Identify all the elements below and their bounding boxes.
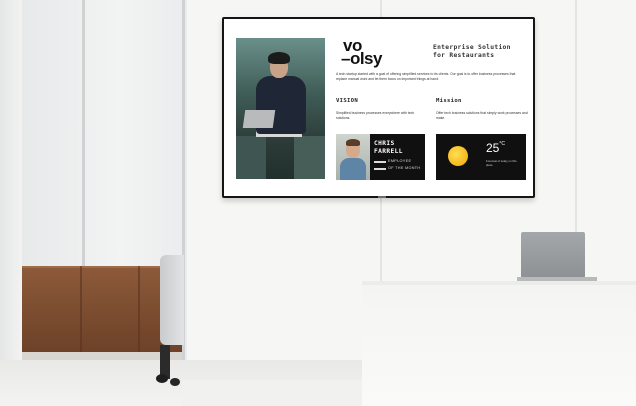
mission-title: Mission — [436, 98, 462, 104]
badge-bar — [374, 168, 386, 170]
weather-note: Forecast of today on this place — [486, 159, 517, 167]
credenza-seam — [138, 266, 140, 352]
photo-chair — [236, 136, 266, 179]
avatar-hair — [346, 139, 360, 146]
office-chair-wheel — [156, 374, 168, 383]
floor-foreground — [182, 380, 362, 406]
employee-avatar — [336, 134, 370, 180]
temperature: 25°C — [486, 141, 505, 155]
office-chair-back — [160, 255, 184, 345]
employee-of-month-card: CHRIS FARRELL EMPLOYEE OF THE MONTH — [336, 134, 425, 180]
door-frame — [0, 0, 24, 406]
badge-bar — [374, 161, 386, 163]
intro-text: A tech startup started with a goal of of… — [336, 72, 516, 81]
temperature-value: 25 — [486, 141, 500, 155]
photo-laptop — [242, 110, 276, 128]
laptop-base — [517, 277, 597, 281]
photo-chair — [294, 136, 325, 179]
headline: Enterprise Solution for Restaurants — [433, 44, 525, 60]
mission-body: Offer tech business solutions that simpl… — [436, 111, 528, 120]
avatar-body — [340, 158, 366, 180]
badge-line-2: OF THE MONTH — [388, 166, 421, 170]
glass-mullion — [182, 0, 185, 406]
logo-line-2: –olsy — [341, 49, 382, 68]
office-chair-wheel — [170, 378, 180, 386]
employee-last-name: FARRELL — [374, 148, 403, 155]
sun-icon — [448, 146, 468, 166]
employee-name: CHRIS FARRELL — [374, 140, 403, 156]
laptop-lid — [521, 232, 585, 278]
white-desk — [362, 281, 636, 406]
vision-title: VISION — [336, 98, 359, 104]
brand-logo: vo –olsy — [341, 37, 382, 68]
photo-person-hair — [268, 52, 290, 64]
badge-line-1: EMPLOYEE — [388, 159, 412, 163]
office-scene: vo –olsy Enterprise Solution for Restaur… — [0, 0, 636, 406]
hero-photo — [236, 38, 325, 179]
headline-line-1: Enterprise Solution — [433, 44, 511, 51]
employee-first-name: CHRIS — [374, 140, 395, 147]
temperature-unit: °C — [499, 141, 505, 147]
vision-body: Simplified business processes everywhere… — [336, 111, 415, 120]
desk-edge — [362, 281, 636, 285]
wooden-credenza — [22, 266, 182, 352]
credenza-seam — [80, 266, 82, 352]
headline-line-2: for Restaurants — [433, 51, 495, 59]
digital-signage-screen: vo –olsy Enterprise Solution for Restaur… — [224, 19, 533, 196]
tv-power-led — [378, 196, 386, 198]
weather-card: 25°C Forecast of today on this place — [436, 134, 526, 180]
